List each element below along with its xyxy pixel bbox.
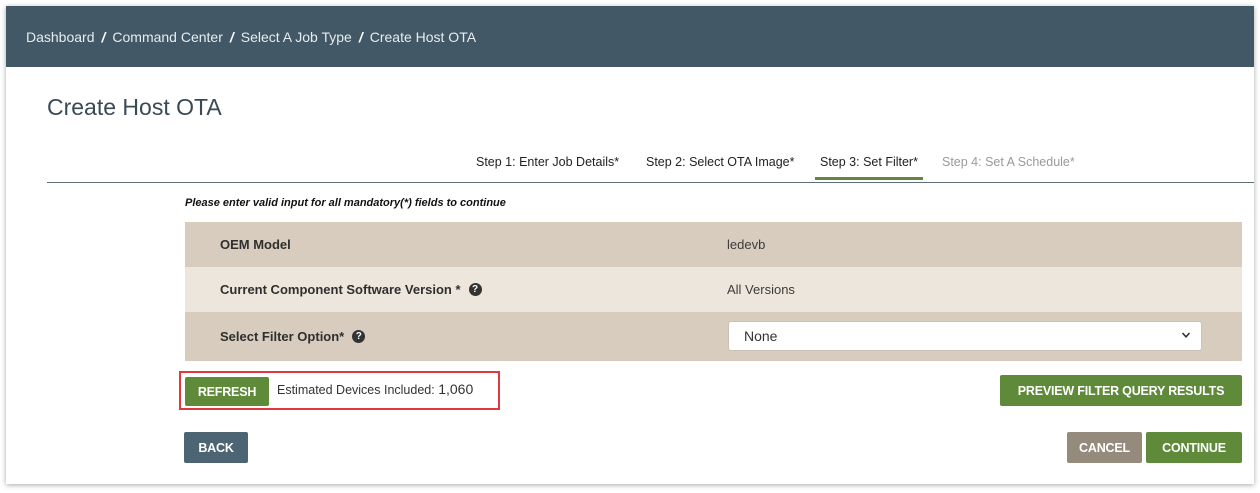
filter-option-select[interactable]: None xyxy=(728,321,1202,351)
breadcrumb-create-host-ota: Create Host OTA xyxy=(369,28,477,45)
oem-model-value: ledevb xyxy=(727,237,766,252)
page-title: Create Host OTA xyxy=(47,94,222,120)
breadcrumb: Dashboard / Command Center / Select A Jo… xyxy=(6,6,1254,67)
question-circle-icon[interactable]: ? xyxy=(352,330,366,343)
oem-model-label: OEM Model xyxy=(220,237,291,252)
chevron-down-icon xyxy=(1181,332,1191,338)
tab-step-4: Step 4: Set A Schedule* xyxy=(942,155,1075,169)
filter-option-selected: None xyxy=(744,328,778,344)
estimated-devices-label: Estimated Devices Included: xyxy=(277,383,435,397)
form-row-oem-model: OEM Model ledevb xyxy=(185,222,1242,267)
filter-option-label-wrap: Select Filter Option* ? xyxy=(220,329,366,344)
continue-button[interactable]: CONTINUE xyxy=(1146,432,1242,463)
breadcrumb-separator: / xyxy=(101,28,106,45)
breadcrumb-separator: / xyxy=(358,28,363,45)
back-button[interactable]: BACK xyxy=(184,432,248,463)
step-tabs-divider xyxy=(47,182,1254,183)
breadcrumb-dashboard[interactable]: Dashboard xyxy=(26,29,95,45)
breadcrumb-command-center[interactable]: Command Center xyxy=(112,29,223,45)
tab-step-3[interactable]: Step 3: Set Filter* xyxy=(815,152,923,182)
estimated-devices: Estimated Devices Included: 1,060 xyxy=(277,381,473,397)
form-row-software-version: Current Component Software Version * ? A… xyxy=(185,267,1242,312)
software-version-value: All Versions xyxy=(727,282,795,297)
form-row-filter-option: Select Filter Option* ? None xyxy=(185,312,1242,361)
preview-filter-query-results-button[interactable]: PREVIEW FILTER QUERY RESULTS xyxy=(1000,375,1242,406)
software-version-label-wrap: Current Component Software Version * ? xyxy=(220,282,482,297)
tab-step-2[interactable]: Step 2: Select OTA Image* xyxy=(646,152,794,182)
software-version-label: Current Component Software Version * xyxy=(220,282,461,297)
refresh-button[interactable]: REFRESH xyxy=(185,377,269,406)
filter-option-label: Select Filter Option* xyxy=(220,329,345,344)
breadcrumb-select-job-type[interactable]: Select A Job Type xyxy=(241,29,352,45)
cancel-button[interactable]: CANCEL xyxy=(1067,432,1142,463)
filter-form: OEM Model ledevb Current Component Softw… xyxy=(185,222,1242,361)
app-window: Dashboard / Command Center / Select A Jo… xyxy=(6,6,1254,484)
estimated-devices-count: 1,060 xyxy=(438,381,474,397)
breadcrumb-separator: / xyxy=(229,28,234,45)
tab-step-1[interactable]: Step 1: Enter Job Details* xyxy=(476,152,619,182)
question-circle-icon[interactable]: ? xyxy=(468,283,482,296)
validation-notice: Please enter valid input for all mandato… xyxy=(185,197,506,209)
step-tabs: Step 1: Enter Job Details* Step 2: Selec… xyxy=(6,152,1254,182)
